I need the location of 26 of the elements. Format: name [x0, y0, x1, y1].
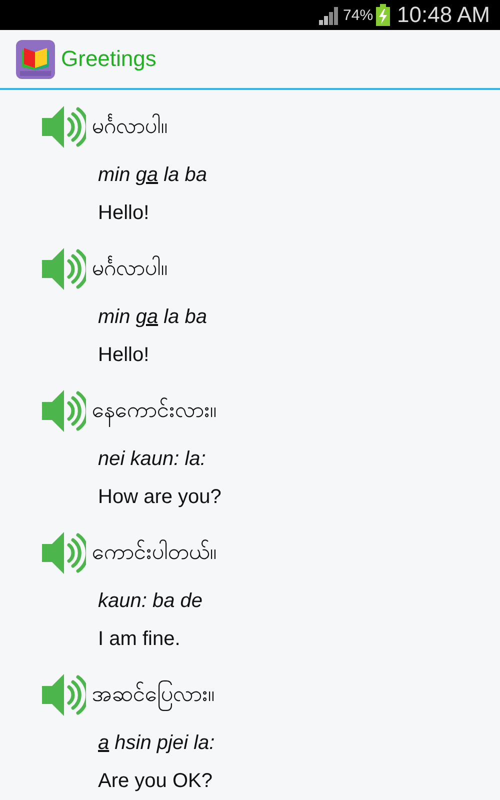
- romanization: nei kaun: la:: [98, 447, 207, 472]
- burmese-phrase: အဆင်ပြေလား။: [92, 678, 214, 712]
- speaker-icon[interactable]: [40, 530, 86, 576]
- book-icon[interactable]: [16, 40, 55, 78]
- battery-percentage: 74%: [343, 6, 374, 24]
- speaker-icon[interactable]: [40, 104, 86, 150]
- speaker-icon[interactable]: [40, 246, 86, 292]
- speaker-icon[interactable]: [40, 672, 86, 718]
- burmese-phrase: နေကောင်းလား။: [92, 394, 216, 428]
- battery-charging-icon: [376, 4, 390, 26]
- romanization: min ga la ba: [98, 163, 208, 188]
- english-translation: Hello!: [98, 343, 150, 368]
- clock-time: 10:48 AM: [397, 2, 490, 28]
- english-translation: I am fine.: [98, 627, 182, 652]
- burmese-phrase: မင်္ဂလာပါ။: [92, 112, 167, 140]
- romanization: a hsin pjei la:: [98, 731, 216, 756]
- romanization: min ga la ba: [98, 305, 208, 330]
- english-translation: Hello!: [98, 201, 150, 226]
- signal-icon: [318, 5, 340, 25]
- screen-title: Greetings: [61, 46, 156, 72]
- burmese-phrase: မင်္ဂလာပါ။: [92, 254, 167, 282]
- burmese-phrase: ကောင်းပါတယ်။: [92, 538, 216, 566]
- english-translation: How are you?: [98, 485, 222, 510]
- romanization: kaun: ba de: [98, 589, 204, 614]
- speaker-icon[interactable]: [40, 388, 86, 434]
- english-translation: Are you OK?: [98, 769, 214, 794]
